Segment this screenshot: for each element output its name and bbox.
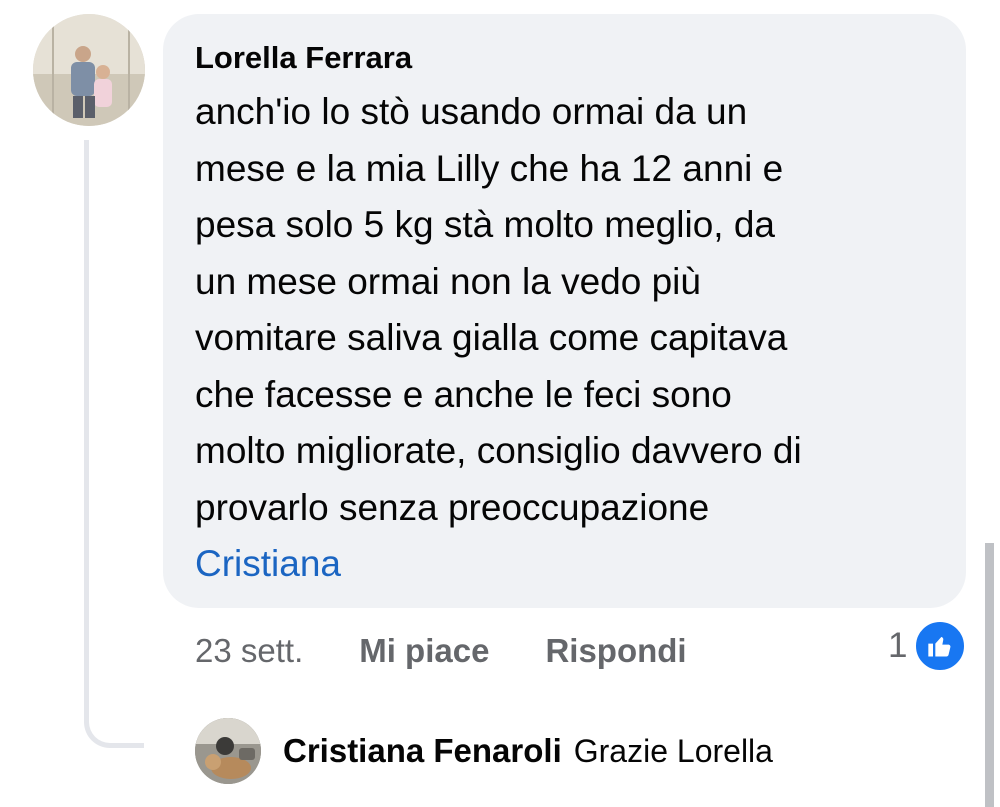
- reply-preview[interactable]: Cristiana Fenaroli Grazie Lorella: [195, 716, 773, 786]
- reply-avatar[interactable]: [195, 718, 261, 784]
- commenter-avatar[interactable]: [33, 14, 145, 126]
- comment-author[interactable]: Lorella Ferrara: [195, 38, 946, 78]
- thread-connector: [84, 140, 144, 748]
- like-button[interactable]: Mi piace: [359, 632, 489, 670]
- comment-thread: Lorella Ferrara anch'io lo stò usando or…: [0, 0, 1000, 807]
- reply-text: Grazie Lorella: [573, 732, 773, 769]
- reaction-summary[interactable]: 1: [888, 619, 968, 673]
- comment-timestamp[interactable]: 23 sett.: [195, 632, 303, 670]
- thumbs-up-icon: [913, 619, 968, 673]
- scrollbar[interactable]: [985, 543, 994, 807]
- comment-actions: 23 sett. Mi piace Rispondi: [195, 627, 687, 675]
- reaction-count: 1: [888, 626, 908, 665]
- comment-bubble: Lorella Ferrara anch'io lo stò usando or…: [163, 14, 966, 608]
- comment-text: anch'io lo stò usando ormai da un mese e…: [195, 91, 802, 528]
- comment-mention[interactable]: Cristiana: [195, 536, 946, 592]
- reply-author[interactable]: Cristiana Fenaroli: [283, 732, 562, 770]
- reply-button[interactable]: Rispondi: [545, 632, 686, 670]
